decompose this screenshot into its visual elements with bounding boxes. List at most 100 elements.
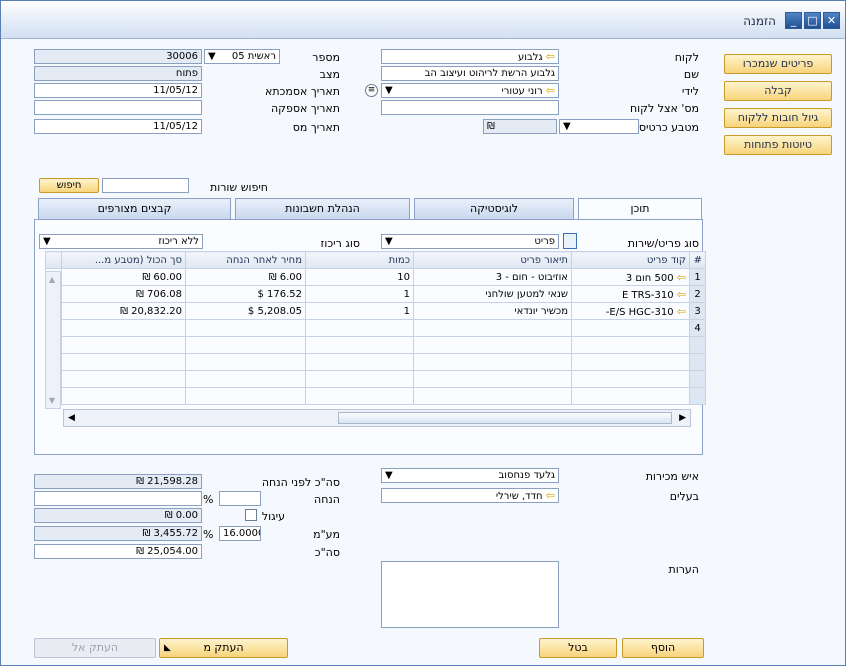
itemtype-select[interactable]: פריט ▼ [381, 234, 559, 249]
link-arrow-icon[interactable]: ⇦ [677, 305, 686, 318]
link-arrow-icon[interactable]: ⇦ [546, 84, 555, 97]
col-price-after-discount[interactable]: מחיר לאחר הנחה [185, 251, 306, 269]
cell-price[interactable]: $ 176.52 [185, 285, 306, 303]
scroll-left-icon[interactable]: ◀ [68, 413, 75, 423]
items-grid: סך הכול (מטבע מ... מחיר לאחר הנחה כמות ת… [45, 251, 706, 405]
contact-field[interactable]: ⇦ רוני עטורי ▼ [381, 83, 559, 98]
scroll-down-icon[interactable]: ▼ [49, 396, 55, 405]
contact-list-icon[interactable]: ≡ [365, 84, 378, 97]
remarks-textarea[interactable] [381, 561, 559, 628]
horizontal-scrollbar[interactable]: ◀ ▶ [63, 409, 691, 427]
cell-total[interactable]: ₪ 60.00 [61, 268, 186, 286]
scroll-up-icon[interactable]: ▲ [49, 275, 55, 284]
dropdown-arrow-icon[interactable]: ▼ [43, 235, 51, 248]
cell-item-code[interactable]: ⇦ 500 חום 3 [571, 268, 690, 286]
cell-quantity[interactable]: 10 [305, 268, 414, 286]
copy-to-button: העתק אל [34, 638, 156, 658]
customer-field[interactable]: ⇦ גלבוע [381, 49, 559, 64]
cell-row-number[interactable]: 3 [689, 302, 706, 320]
discount-amount-input[interactable] [34, 491, 202, 506]
custref-label: מס' אצל לקוח [630, 102, 699, 115]
dropdown-arrow-icon[interactable]: ▼ [563, 120, 571, 133]
cell-quantity[interactable]: 1 [305, 302, 414, 320]
link-arrow-icon[interactable]: ⇦ [677, 288, 686, 301]
order-window: ✕ □ _ הזמנה פריטים שנמכרו קבלה גיול חובו… [0, 0, 846, 666]
vertical-scrollbar[interactable]: ▲ ▼ [45, 271, 61, 409]
dropdown-arrow-icon[interactable]: ◣ [164, 639, 171, 657]
cell-total[interactable]: ₪ 706.08 [61, 285, 186, 303]
table-row[interactable] [45, 370, 706, 388]
table-row[interactable]: ₪ 706.08 $ 176.52 1 שנאי למטען שולחני ⇦ … [45, 285, 706, 303]
scroll-thumb[interactable] [338, 412, 672, 424]
items-sold-button[interactable]: פריטים שנמכרו [724, 54, 832, 74]
minimize-icon[interactable]: _ [785, 12, 802, 29]
dropdown-arrow-icon[interactable]: ▼ [385, 469, 393, 482]
col-description[interactable]: תיאור פריט [413, 251, 572, 269]
table-row[interactable] [45, 353, 706, 371]
cell-description[interactable]: אוזיבוט - חום - 3 [413, 268, 572, 286]
link-arrow-icon[interactable]: ⇦ [546, 489, 555, 502]
scroll-corner [45, 251, 62, 269]
custref-field[interactable] [381, 100, 559, 115]
discount-percent-input[interactable] [219, 491, 261, 506]
customer-aging-button[interactable]: גיול חובות ללקוח [724, 108, 832, 128]
link-arrow-icon[interactable]: ⇦ [546, 50, 555, 63]
receipt-button[interactable]: קבלה [724, 81, 832, 101]
name-field[interactable]: גלבוע הרשת לריהוט ועיצוב הב [381, 66, 559, 81]
rounding-checkbox[interactable] [245, 509, 257, 521]
cell-total[interactable]: ₪ 20,832.20 [61, 302, 186, 320]
col-row-number[interactable]: # [689, 251, 706, 269]
close-icon[interactable]: ✕ [823, 12, 840, 29]
col-quantity[interactable]: כמות [305, 251, 414, 269]
table-row[interactable]: ₪ 20,832.20 $ 5,208.05 1 מכשיר יונדאי ⇦ … [45, 302, 706, 320]
owner-field[interactable]: ⇦ חדד, שירלי [381, 488, 559, 503]
col-item-code[interactable]: קוד פריט [571, 251, 690, 269]
delivery-date-field[interactable] [34, 100, 202, 115]
cell-quantity[interactable]: 1 [305, 285, 414, 303]
tab-content[interactable]: תוכן [578, 198, 702, 220]
table-row[interactable]: 4 [45, 319, 706, 337]
tab-attachments[interactable]: קבצים מצורפים [38, 198, 231, 220]
dropdown-arrow-icon[interactable]: ▼ [208, 50, 216, 63]
dropdown-arrow-icon[interactable]: ▼ [385, 235, 393, 248]
status-label: מצב [319, 68, 340, 81]
cell-price[interactable]: ₪ 6.00 [185, 268, 306, 286]
cell-description[interactable]: מכשיר יונדאי [413, 302, 572, 320]
row-search-button[interactable]: חיפוש [39, 178, 99, 193]
cell-row-number[interactable]: 2 [689, 285, 706, 303]
cell-description[interactable]: שנאי למטען שולחני [413, 285, 572, 303]
tab-accounting[interactable]: הנהלת חשבונות [235, 198, 410, 220]
col-total[interactable]: סך הכול (מטבע מ... [61, 251, 186, 269]
cancel-button[interactable]: בטל [539, 638, 617, 658]
salesperson-select[interactable]: גלעד פנחסוב ▼ [381, 468, 559, 483]
cell-item-code[interactable]: ⇦ E TRS-310 [571, 285, 690, 303]
currency-select[interactable]: ▼ [559, 119, 639, 134]
cell-item-code[interactable]: ⇦ E/S HGC-310- [571, 302, 690, 320]
table-row[interactable] [45, 387, 706, 405]
table-row[interactable]: ₪ 60.00 ₪ 6.00 10 אוזיבוט - חום - 3 ⇦ 50… [45, 268, 706, 286]
cell-row-number[interactable]: 4 [689, 319, 706, 337]
status-field: פתוח [34, 66, 202, 81]
number-field: 30006 [34, 49, 202, 64]
copy-from-button[interactable]: העתק מ ◣ [159, 638, 288, 658]
taxdate-field[interactable]: 11/05/12 [34, 119, 202, 134]
maximize-icon[interactable]: □ [804, 12, 821, 29]
open-drafts-button[interactable]: טיוטות פתוחות [724, 135, 832, 155]
item-type-icon [563, 233, 577, 249]
row-search-input[interactable] [102, 178, 189, 193]
series-select[interactable]: ראשית 05 ▼ [204, 49, 280, 64]
vat-percent-sign: % [203, 528, 214, 541]
scroll-right-icon[interactable]: ▶ [679, 413, 686, 423]
summary-label: סוג ריכוז [320, 237, 360, 250]
dropdown-arrow-icon[interactable]: ▼ [385, 84, 393, 97]
link-arrow-icon[interactable]: ⇦ [677, 271, 686, 284]
tab-logistics[interactable]: לוגיסטיקה [414, 198, 574, 220]
summary-select[interactable]: ללא ריכוז ▼ [39, 234, 203, 249]
add-button[interactable]: הוסף [622, 638, 704, 658]
table-row[interactable] [45, 336, 706, 354]
vat-rate-input[interactable]: 16.0000 [219, 526, 261, 541]
cell-row-number[interactable]: 1 [689, 268, 706, 286]
cell-price[interactable]: $ 5,208.05 [185, 302, 306, 320]
docdate-field[interactable]: 11/05/12 [34, 83, 202, 98]
owner-label: בעלים [669, 490, 699, 503]
